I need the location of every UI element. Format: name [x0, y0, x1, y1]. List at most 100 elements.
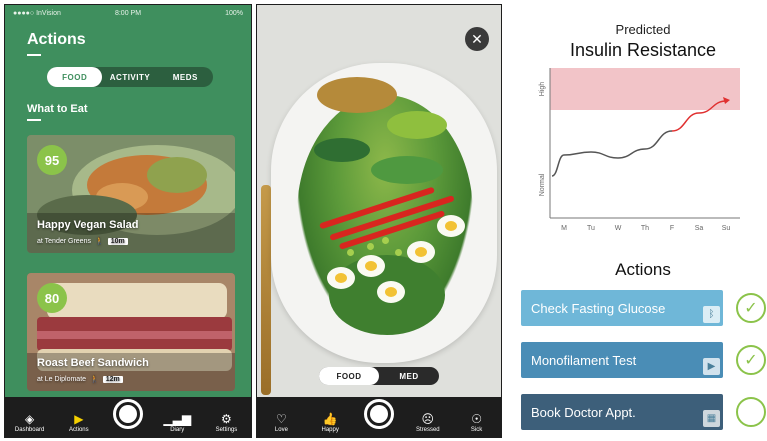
gear-icon: ⚙: [221, 412, 232, 426]
food-card-sandwich[interactable]: 80 Roast Beef Sandwich at Le Diplomate 🚶…: [27, 273, 235, 391]
walk-icon: 🚶: [90, 376, 99, 383]
battery-text: 100%: [225, 9, 244, 17]
nav-label: Sick: [470, 427, 483, 433]
nav-happy[interactable]: 👍 Happy: [306, 413, 355, 437]
action-label: Book Doctor Appt.: [531, 404, 636, 420]
checkbox-book-doctor[interactable]: [736, 397, 766, 427]
score-badge: 95: [37, 145, 67, 175]
tab-activity[interactable]: ACTIVITY: [102, 67, 157, 87]
bottom-nav: ◈ Dashboard ▶ Actions ▁▃▆ Diary ⚙ Settin…: [5, 397, 251, 437]
action-monofilament-test[interactable]: Monofilament Test ▶: [521, 342, 723, 378]
nav-label: Stressed: [415, 427, 440, 433]
category-tabs: FOOD ACTIVITY MEDS: [47, 67, 213, 87]
action-book-doctor[interactable]: Book Doctor Appt. ▦: [521, 394, 723, 430]
layers-icon: ◈: [24, 412, 35, 426]
nav-shutter[interactable]: [355, 399, 404, 437]
tab-meds[interactable]: MEDS: [158, 67, 213, 87]
food-capture-screen: ✕ FOOD MED ♡ Love 👍 Happy ☹ Stressed ☉ S…: [256, 4, 502, 438]
section-title: What to Eat: [27, 103, 88, 115]
location-text: at Tender Greens: [37, 237, 91, 245]
action-label: Monofilament Test: [531, 352, 637, 368]
distance-badge: 10m: [107, 237, 128, 245]
nav-settings[interactable]: ⚙ Settings: [202, 413, 251, 437]
nav-sick[interactable]: ☉ Sick: [452, 413, 501, 437]
edamame: [347, 249, 354, 256]
carrier-text: ●●●●○ InVision: [13, 9, 61, 17]
egg-slice: [327, 267, 355, 289]
egg-slice: [357, 255, 385, 277]
insulin-panel: Predicted Insulin Resistance Normal High M…: [508, 0, 767, 441]
x-tick-label: Sa: [695, 225, 704, 232]
card-title: Happy Vegan Salad: [37, 219, 139, 231]
heart-icon: ♡: [276, 412, 287, 426]
distance-badge: 12m: [102, 375, 123, 383]
nav-label: Actions: [68, 427, 89, 433]
toggle-food[interactable]: FOOD: [319, 367, 379, 385]
egg-slice: [407, 241, 435, 263]
insulin-chart: Normal High M Tu W Th F Sa Su: [539, 68, 740, 232]
food-card-salad[interactable]: 95 Happy Vegan Salad at Tender Greens 🚶 …: [27, 135, 235, 253]
card-title: Roast Beef Sandwich: [37, 357, 149, 369]
close-button[interactable]: ✕: [465, 27, 489, 51]
card-location: at Le Diplomate 🚶 12m: [37, 375, 123, 383]
x-tick-label: Tu: [587, 225, 595, 232]
play-icon: ▶: [74, 412, 84, 426]
series-line: [551, 130, 673, 177]
check-icon: ✓: [744, 352, 758, 369]
actions-screen: ●●●●○ InVision 8:00 PM 100% Actions FOOD…: [4, 4, 252, 438]
walk-icon: 🚶: [94, 238, 104, 245]
egg-slice: [377, 281, 405, 303]
sick-face-icon: ☉: [471, 412, 482, 426]
location-text: at Le Diplomate: [37, 375, 87, 383]
nav-diary[interactable]: ▁▃▆ Diary: [153, 413, 202, 437]
tab-food[interactable]: FOOD: [47, 67, 103, 87]
score-badge: 80: [37, 283, 67, 313]
action-label: Check Fasting Glucose: [531, 300, 666, 316]
food-photo-details: [314, 77, 447, 335]
nav-capture[interactable]: [103, 399, 152, 437]
status-bar: ●●●●○ InVision 8:00 PM 100%: [5, 5, 251, 21]
nav-dashboard[interactable]: ◈ Dashboard: [5, 413, 54, 437]
play-icon: ▶: [703, 358, 720, 375]
capture-button-icon: [113, 399, 143, 429]
chart-title-line1: Predicted: [615, 22, 671, 37]
edamame: [395, 249, 402, 256]
x-tick-label: Su: [722, 225, 731, 232]
x-tick-label: F: [670, 225, 674, 232]
action-check-fasting-glucose[interactable]: Check Fasting Glucose ᛒ: [521, 290, 723, 326]
nav-actions[interactable]: ▶ Actions: [54, 413, 103, 437]
shutter-button-icon: [363, 399, 394, 429]
chart-title-line2: Insulin Resistance: [569, 40, 717, 60]
bar-chart-icon: ▁▃▆: [163, 412, 192, 426]
edamame: [367, 243, 374, 250]
x-tick-label: W: [615, 225, 622, 232]
page-title: Actions: [27, 31, 86, 48]
thumbs-up-icon: 👍: [322, 412, 338, 426]
toggle-med[interactable]: MED: [379, 367, 439, 385]
close-icon: ✕: [471, 30, 483, 47]
nav-label: Happy: [321, 427, 339, 433]
food-med-toggle: FOOD MED: [319, 367, 439, 385]
section-underline: [27, 119, 41, 121]
egg-slice: [437, 215, 465, 237]
bluetooth-icon: ᛒ: [703, 306, 720, 323]
high-band: [550, 68, 740, 110]
x-tick-label: Th: [641, 225, 649, 232]
time-text: 8:00 PM: [114, 9, 142, 17]
edamame: [382, 237, 389, 244]
mood-nav: ♡ Love 👍 Happy ☹ Stressed ☉ Sick: [257, 397, 501, 437]
nav-label: Diary: [170, 427, 185, 433]
x-tick-label: M: [561, 225, 567, 232]
face-icon: ☹: [421, 412, 435, 426]
nav-label: Dashboard: [14, 427, 45, 433]
actions-title: Actions: [615, 260, 671, 279]
calendar-icon: ▦: [703, 410, 720, 427]
nav-love[interactable]: ♡ Love: [257, 413, 306, 437]
card-location: at Tender Greens 🚶 10m: [37, 237, 128, 245]
nav-label: Settings: [215, 427, 238, 433]
nav-label: Love: [274, 427, 288, 433]
nav-stressed[interactable]: ☹ Stressed: [403, 413, 452, 437]
checkbox-monofilament[interactable]: ✓: [736, 345, 766, 375]
checkbox-fasting-glucose[interactable]: ✓: [736, 293, 766, 323]
check-icon: ✓: [744, 300, 758, 317]
